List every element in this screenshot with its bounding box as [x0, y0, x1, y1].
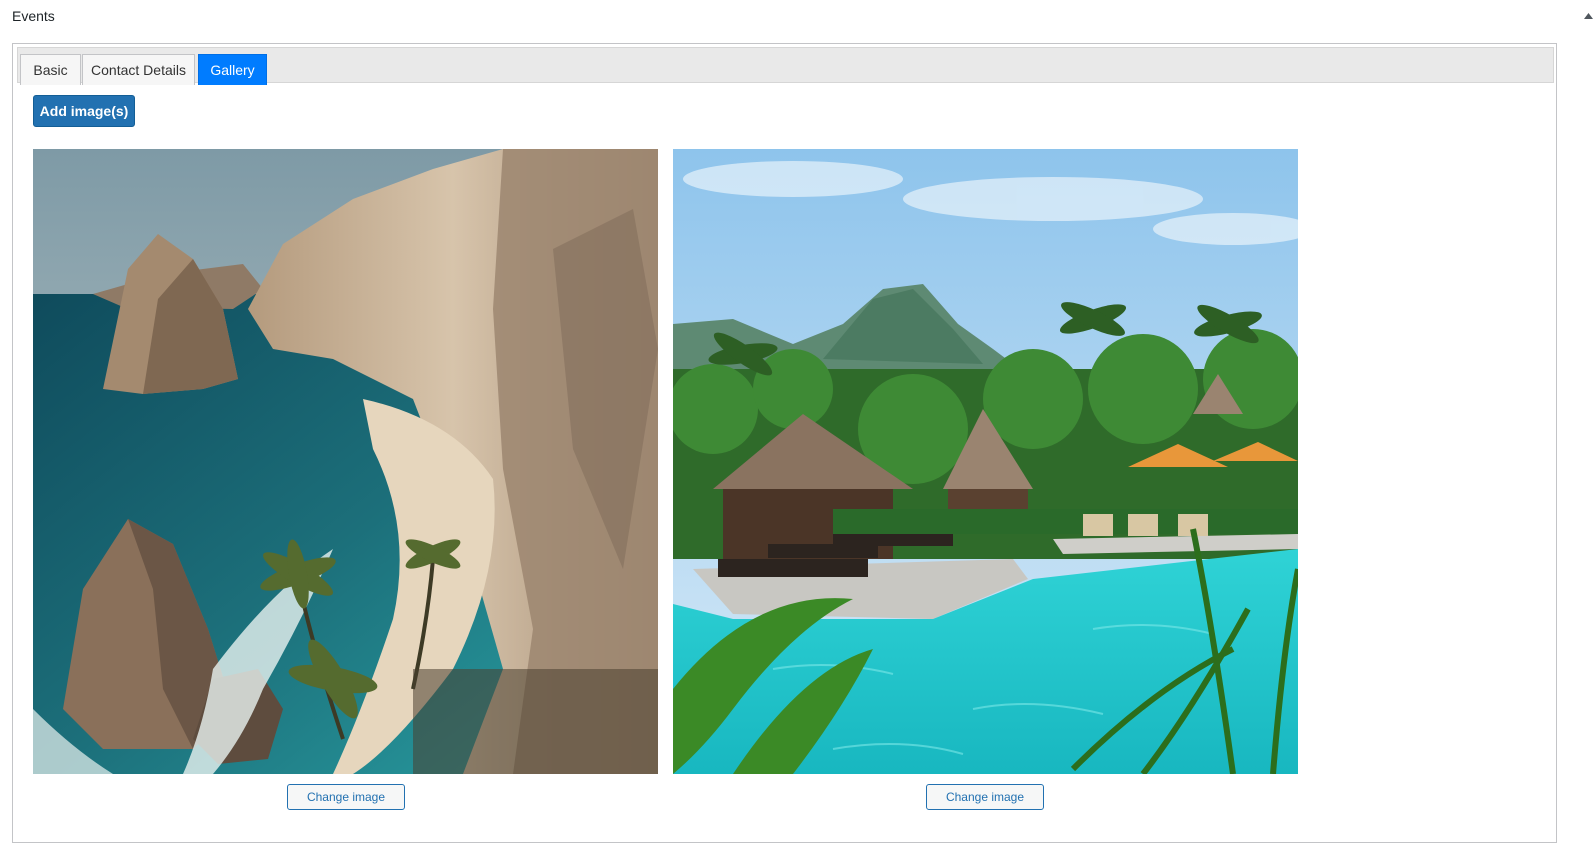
gallery-panel: Basic Contact Details Gallery Add image(… [12, 43, 1557, 843]
change-image-label: Change image [306, 790, 386, 804]
metabox-title: Events [12, 8, 55, 24]
change-image-button-1[interactable]: Change image [287, 784, 405, 810]
tab-label: Contact Details [91, 62, 186, 78]
tab-basic[interactable]: Basic [20, 54, 81, 85]
tab-bar: Basic Contact Details Gallery [17, 47, 1554, 85]
gallery-image-1 [33, 149, 658, 774]
tab-label: Basic [33, 62, 68, 78]
tab-contact-details[interactable]: Contact Details [82, 54, 195, 85]
change-image-button-2[interactable]: Change image [926, 784, 1044, 810]
metabox-header: Events [0, 0, 1596, 34]
triangle-up-icon[interactable] [1582, 10, 1594, 22]
tab-label: Gallery [210, 62, 255, 78]
change-image-label: Change image [945, 790, 1025, 804]
gallery-image-2 [673, 149, 1298, 774]
add-images-button[interactable]: Add image(s) [33, 95, 135, 127]
tab-gallery[interactable]: Gallery [198, 54, 267, 85]
add-images-label: Add image(s) [39, 103, 129, 119]
